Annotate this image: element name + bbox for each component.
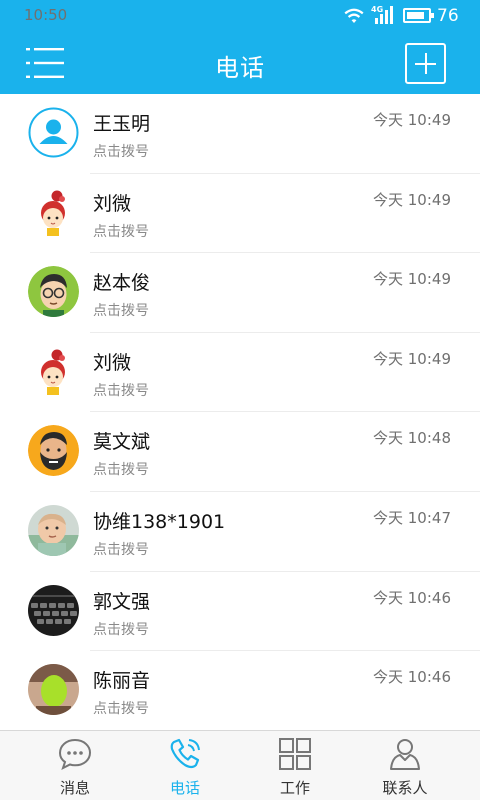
tab-work[interactable]: 工作: [235, 731, 355, 800]
contact-name: 刘微: [93, 351, 132, 374]
battery-icon: [403, 8, 434, 23]
contact-name: 赵本俊: [93, 272, 151, 295]
app-header: 电话: [0, 32, 480, 94]
contact-name: 协维138*1901: [93, 510, 226, 533]
tap-to-dial-label: 点击拨号: [93, 701, 149, 718]
contact-name: 刘微: [93, 192, 132, 215]
tab-label: 联系人: [382, 779, 428, 797]
call-log-row[interactable]: 陈丽音 点击拨号 今天 10:46: [0, 651, 480, 730]
call-log-list[interactable]: 王玉明 点击拨号 今天 10:49 刘微 点击拨号 今天 10:49 赵本俊 点…: [0, 94, 480, 730]
cell-signal-icon: [375, 6, 393, 24]
tab-phone[interactable]: 电话: [125, 731, 245, 800]
tab-label: 电话: [169, 779, 200, 797]
cartoon-bearded-man-avatar: [28, 425, 79, 477]
call-time: 今天 10:48: [373, 429, 451, 448]
call-time: 今天 10:49: [373, 111, 451, 129]
phone-icon: [170, 738, 200, 769]
keyboard-photo-avatar: [28, 584, 79, 636]
add-button[interactable]: [405, 43, 446, 84]
tap-to-dial-label: 点击拨号: [93, 382, 149, 399]
cartoon-man-glasses-avatar: [28, 266, 79, 318]
wifi-icon: [344, 8, 364, 23]
call-log-row[interactable]: 刘微 点击拨号 今天 10:49: [0, 174, 480, 254]
baby-photo-avatar: [28, 504, 79, 556]
cartoon-girl-avatar: [28, 186, 79, 238]
tab-messages[interactable]: 消息: [15, 731, 135, 800]
contact-name: 郭文强: [93, 590, 151, 613]
contact-person-icon: [390, 739, 420, 770]
tab-label: 工作: [279, 779, 310, 797]
battery-level: 76: [437, 6, 459, 26]
tap-to-dial-label: 点击拨号: [93, 462, 149, 479]
call-log-row[interactable]: 郭文强 点击拨号 今天 10:46: [0, 572, 480, 652]
call-time: 今天 10:49: [373, 349, 451, 368]
tap-to-dial-label: 点击拨号: [93, 541, 149, 558]
obscured-photo-avatar: [28, 664, 79, 716]
call-log-row[interactable]: 王玉明 点击拨号 今天 10:49: [0, 94, 480, 174]
tab-contacts[interactable]: 联系人: [345, 731, 465, 800]
call-log-row[interactable]: 莫文斌 点击拨号 今天 10:48: [0, 412, 480, 492]
contact-name: 王玉明: [93, 113, 151, 135]
call-time: 今天 10:46: [373, 668, 451, 687]
call-time: 今天 10:47: [373, 508, 451, 527]
tap-to-dial-label: 点击拨号: [93, 223, 149, 240]
tap-to-dial-label: 点击拨号: [93, 303, 149, 320]
call-time: 今天 10:49: [373, 270, 451, 289]
default-person-icon: [28, 107, 79, 158]
chat-bubble-icon: [58, 738, 92, 770]
bottom-tab-bar: 消息 电话 工作 联系人: [0, 730, 480, 800]
call-log-row[interactable]: 赵本俊 点击拨号 今天 10:49: [0, 253, 480, 333]
call-log-row[interactable]: 协维138*1901 点击拨号 今天 10:47: [0, 492, 480, 572]
call-log-row[interactable]: 刘微 点击拨号 今天 10:49: [0, 333, 480, 413]
call-time: 今天 10:46: [373, 588, 451, 607]
grid-icon: [279, 738, 311, 770]
tap-to-dial-label: 点击拨号: [93, 144, 149, 160]
call-time: 今天 10:49: [373, 190, 451, 209]
cartoon-girl-avatar: [28, 345, 79, 397]
tab-label: 消息: [59, 779, 90, 797]
tap-to-dial-label: 点击拨号: [93, 621, 149, 638]
contact-name: 陈丽音: [93, 670, 151, 693]
contact-name: 莫文斌: [93, 431, 151, 454]
status-bar: 10:50 4G 76: [0, 0, 480, 32]
